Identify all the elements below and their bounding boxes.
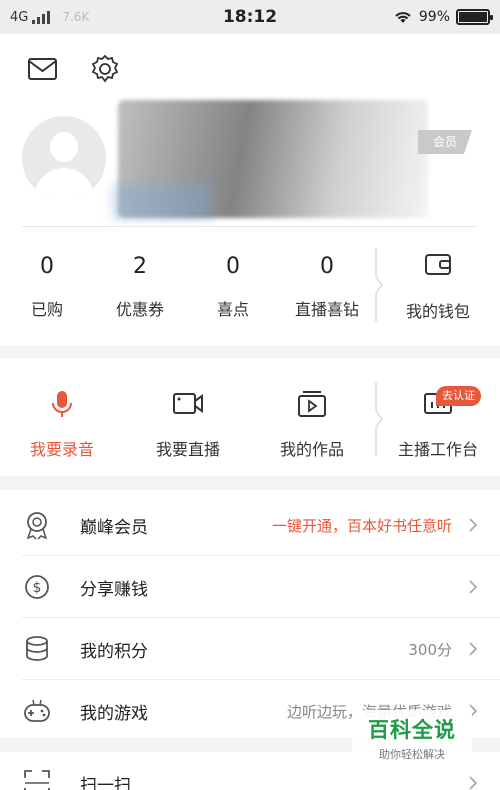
go-live-label: 我要直播 xyxy=(155,440,220,459)
menu-title: 扫一扫 xyxy=(80,775,131,790)
gamepad-icon xyxy=(24,699,50,722)
menu-item-peak-member[interactable]: 巅峰会员 一键开通，百本好书任意听 xyxy=(0,494,500,556)
battery-icon xyxy=(456,9,493,25)
svg-text:$: $ xyxy=(33,580,42,596)
battery-percent: 99% xyxy=(418,9,450,25)
anchor-workbench-label: 主播工作台 xyxy=(397,440,478,459)
play-stack-icon xyxy=(298,391,326,417)
stat-label: 已购 xyxy=(30,300,63,319)
menu-hint: 300分 xyxy=(408,640,452,659)
mail-icon[interactable] xyxy=(26,54,60,84)
network-speed: 7.6K xyxy=(62,10,90,24)
stat-points[interactable]: 0 喜点 xyxy=(188,254,278,320)
network-type: 4G xyxy=(10,9,29,25)
arrow-divider xyxy=(375,382,383,456)
watermark-subtitle: 助你轻松解决 xyxy=(379,748,445,761)
record-button[interactable]: 我要录音 xyxy=(12,390,112,460)
my-works-button[interactable]: 我的作品 xyxy=(262,390,362,460)
stat-value: 0 xyxy=(320,254,334,279)
redacted-username-tint xyxy=(112,184,212,220)
stat-live-diamonds[interactable]: 0 直播喜钻 xyxy=(282,254,372,320)
stats-row: 0 已购 2 优惠券 0 喜点 0 直播喜钻 我的钱包 xyxy=(0,226,500,346)
microphone-icon xyxy=(52,391,72,417)
status-bar: 4G 7.6K 18:12 99% xyxy=(0,0,500,34)
watermark-title: 百科全说 xyxy=(368,718,456,742)
status-left: 4G 7.6K xyxy=(10,10,200,25)
profile-header: 会员 xyxy=(0,34,500,226)
menu-title: 分享赚钱 xyxy=(80,579,148,600)
menu-item-my-points[interactable]: 我的积分 300分 xyxy=(0,618,500,680)
stat-value: 2 xyxy=(133,254,147,279)
wallet-icon xyxy=(425,254,451,275)
vip-badge[interactable]: 会员 xyxy=(418,130,472,154)
medal-icon xyxy=(26,512,48,540)
dollar-coin-icon: $ xyxy=(25,575,49,599)
watermark: 百科全说 助你轻松解决 xyxy=(352,710,472,768)
coin-stack-icon xyxy=(26,636,48,661)
arrow-divider xyxy=(375,248,383,322)
stat-label: 喜点 xyxy=(216,300,249,319)
wallet-label: 我的钱包 xyxy=(405,302,470,321)
video-camera-icon xyxy=(173,393,203,414)
chevron-right-icon xyxy=(469,518,478,532)
menu-title: 我的积分 xyxy=(80,641,148,662)
verify-badge[interactable]: 去认证 xyxy=(436,386,481,406)
stat-purchased[interactable]: 0 已购 xyxy=(2,254,92,320)
stat-label: 优惠券 xyxy=(115,300,164,319)
scan-icon xyxy=(24,770,50,790)
stat-coupons[interactable]: 2 优惠券 xyxy=(95,254,185,320)
gear-icon[interactable] xyxy=(88,54,122,84)
menu-title: 我的游戏 xyxy=(80,703,148,724)
status-right: 99% xyxy=(393,9,493,25)
stat-label: 直播喜钻 xyxy=(294,300,359,319)
avatar[interactable] xyxy=(22,116,106,200)
menu-list: 巅峰会员 一键开通，百本好书任意听 $ 分享赚钱 我的积分 300分 我的游戏 … xyxy=(0,490,500,738)
signal-icon xyxy=(32,10,51,24)
chevron-right-icon xyxy=(469,776,478,790)
record-label: 我要录音 xyxy=(29,440,94,459)
menu-item-share-earn[interactable]: $ 分享赚钱 xyxy=(0,556,500,618)
menu-hint: 一键开通，百本好书任意听 xyxy=(271,516,452,535)
stat-value: 0 xyxy=(226,254,240,279)
menu-title: 巅峰会员 xyxy=(80,517,148,538)
my-works-label: 我的作品 xyxy=(279,440,344,459)
wallet-button[interactable]: 我的钱包 xyxy=(395,252,481,322)
creator-tools: 我要录音 我要直播 我的作品 主播工作台 去认证 xyxy=(0,358,500,476)
go-live-button[interactable]: 我要直播 xyxy=(138,390,238,460)
chevron-right-icon xyxy=(469,580,478,594)
wifi-icon xyxy=(395,12,411,23)
chevron-right-icon xyxy=(469,642,478,656)
stat-value: 0 xyxy=(40,254,54,279)
